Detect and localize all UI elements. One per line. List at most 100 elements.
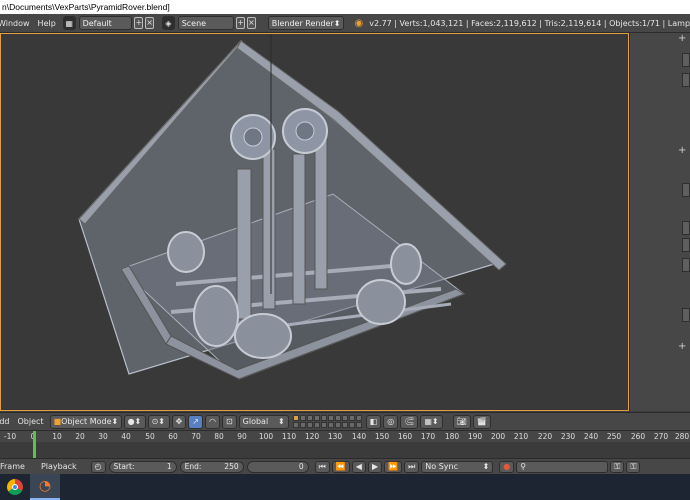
screen-layout-value: Default [82, 18, 112, 28]
tick-label: 160 [397, 432, 413, 441]
screen-layout-icon[interactable]: ▦ [62, 16, 76, 30]
rotate-manipulator-button[interactable]: ◠ [204, 414, 220, 429]
tick-label: 40 [121, 432, 131, 441]
keying-set-field[interactable]: ⚲ [516, 460, 609, 473]
panel-tab[interactable] [682, 238, 690, 252]
scene-value: Scene [181, 18, 207, 28]
tick-label: 200 [490, 432, 506, 441]
play-reverse-button[interactable]: ◀ [351, 460, 366, 473]
delete-keyframe-icon[interactable]: ⚿ [626, 460, 641, 473]
tick-label: 10 [52, 432, 62, 441]
screen-layout-field[interactable]: Default [78, 16, 133, 30]
3d-view-header: Add Object ■ Object Mode ⬍ ●⬍ ⊙⬍ ✥ ↗ ◠ ⊡… [0, 412, 690, 430]
menu-add[interactable]: Add [0, 417, 14, 426]
tick-label: 110 [281, 432, 297, 441]
tick-label: 240 [583, 432, 599, 441]
sync-dropdown[interactable]: No Sync ⬍ [421, 460, 494, 473]
tick-label: 100 [258, 432, 274, 441]
add-scene-button[interactable]: + [236, 17, 245, 29]
jump-start-button[interactable]: ⏮ [314, 460, 330, 473]
scale-manipulator-button[interactable]: ⊡ [221, 414, 237, 429]
tick-label: 230 [560, 432, 576, 441]
plus-icon[interactable]: + [678, 341, 686, 352]
orientation-value: Global [242, 417, 269, 426]
translate-manipulator-button[interactable]: ↗ [188, 414, 203, 429]
start-label: Start: [113, 462, 135, 471]
timeline[interactable]: -10 0 10 20 30 40 50 60 70 80 90 100 110… [0, 430, 690, 459]
panel-tab[interactable] [682, 73, 690, 87]
chrome-taskbar-button[interactable] [0, 474, 30, 500]
plus-icon[interactable]: + [678, 145, 686, 156]
tick-label: 50 [145, 432, 155, 441]
preview-range-icon[interactable]: ◴ [90, 460, 106, 473]
tick-label: 150 [374, 432, 390, 441]
dropdown-arrows-icon: ⬍ [333, 18, 341, 28]
scene-icon[interactable]: ◈ [161, 16, 175, 30]
orientation-dropdown[interactable]: Global ⬍ [238, 414, 289, 429]
menu-frame[interactable]: Frame [0, 462, 29, 471]
plus-icon[interactable]: + [678, 33, 686, 44]
jump-end-button[interactable]: ⏭ [404, 460, 420, 473]
window-title: n\Documents\VexParts\PyramidRover.blend] [0, 0, 690, 14]
render-engine-value: Blender Render [271, 18, 334, 28]
add-layout-button[interactable]: + [134, 17, 144, 29]
record-icon[interactable]: ● [499, 460, 515, 473]
panel-tab[interactable] [682, 53, 690, 67]
tick-label: 190 [467, 432, 483, 441]
pivot-point-button[interactable]: ⊙⬍ [147, 414, 170, 429]
3d-viewport[interactable] [0, 33, 629, 411]
layer-buttons[interactable] [292, 415, 362, 428]
insert-keyframe-icon[interactable]: ⚿ [610, 460, 625, 473]
snap-icon[interactable]: 🧲︎ [400, 414, 419, 429]
tick-label: 210 [513, 432, 529, 441]
tick-label: 250 [606, 432, 622, 441]
prev-keyframe-button[interactable]: ⏪ [331, 460, 350, 473]
menu-object[interactable]: Object [14, 417, 48, 426]
manipulator-toggle[interactable]: ✥ [171, 414, 187, 429]
current-frame-indicator[interactable] [33, 431, 36, 459]
remove-layout-button[interactable]: × [145, 17, 154, 29]
tick-label: 20 [75, 432, 85, 441]
right-panel[interactable]: + + + [629, 33, 690, 411]
tick-label: 280 [674, 432, 690, 441]
tick-label: 170 [420, 432, 436, 441]
tick-label: 90 [237, 432, 247, 441]
mode-value: Object Mode [61, 417, 112, 426]
proportional-edit-icon[interactable]: ◎ [383, 414, 399, 429]
tick-label: 180 [444, 432, 460, 441]
dropdown-arrows-icon: ⬍ [111, 417, 119, 426]
snap-element-icon[interactable]: ▦⬍ [420, 414, 443, 429]
current-frame-field[interactable]: 0 [246, 460, 309, 473]
viewport-shading-button[interactable]: ●⬍ [123, 414, 146, 429]
end-frame-field[interactable]: End: 250 [179, 460, 244, 473]
blender-logo-icon: ◉ [354, 17, 364, 29]
tick-label: 80 [214, 432, 224, 441]
lock-layers-icon[interactable]: ◧ [365, 414, 382, 429]
start-frame-field[interactable]: Start: 1 [108, 460, 177, 473]
render-icon[interactable]: 📷︎ [452, 414, 471, 429]
menu-window[interactable]: Window [0, 19, 34, 28]
tick-label: 260 [630, 432, 646, 441]
mode-dropdown[interactable]: ■ Object Mode ⬍ [49, 414, 122, 429]
play-button[interactable]: ▶ [367, 460, 383, 473]
panel-tab[interactable] [682, 183, 690, 197]
current-frame-value: 0 [298, 462, 304, 471]
frame-ruler[interactable]: -10 0 10 20 30 40 50 60 70 80 90 100 110… [0, 431, 690, 442]
scene-field[interactable]: Scene [177, 16, 235, 30]
opengl-render-icon[interactable]: 🎬︎ [472, 414, 491, 429]
tick-label: 140 [351, 432, 367, 441]
tick-label: 30 [98, 432, 108, 441]
menu-playback[interactable]: Playback [37, 462, 81, 471]
blender-taskbar-button[interactable]: ◔ [30, 474, 60, 500]
end-value: 250 [224, 462, 239, 471]
menu-help[interactable]: Help [34, 19, 60, 28]
panel-tab[interactable] [682, 221, 690, 235]
blender-icon: ◔ [38, 478, 52, 494]
panel-tab[interactable] [682, 258, 690, 272]
os-taskbar: ◔ [0, 474, 690, 500]
render-engine-dropdown[interactable]: Blender Render ⬍ [267, 16, 345, 30]
panel-tab[interactable] [682, 308, 690, 322]
next-keyframe-button[interactable]: ⏩ [384, 460, 403, 473]
object-mode-icon: ■ [53, 417, 62, 426]
remove-scene-button[interactable]: × [247, 17, 256, 29]
